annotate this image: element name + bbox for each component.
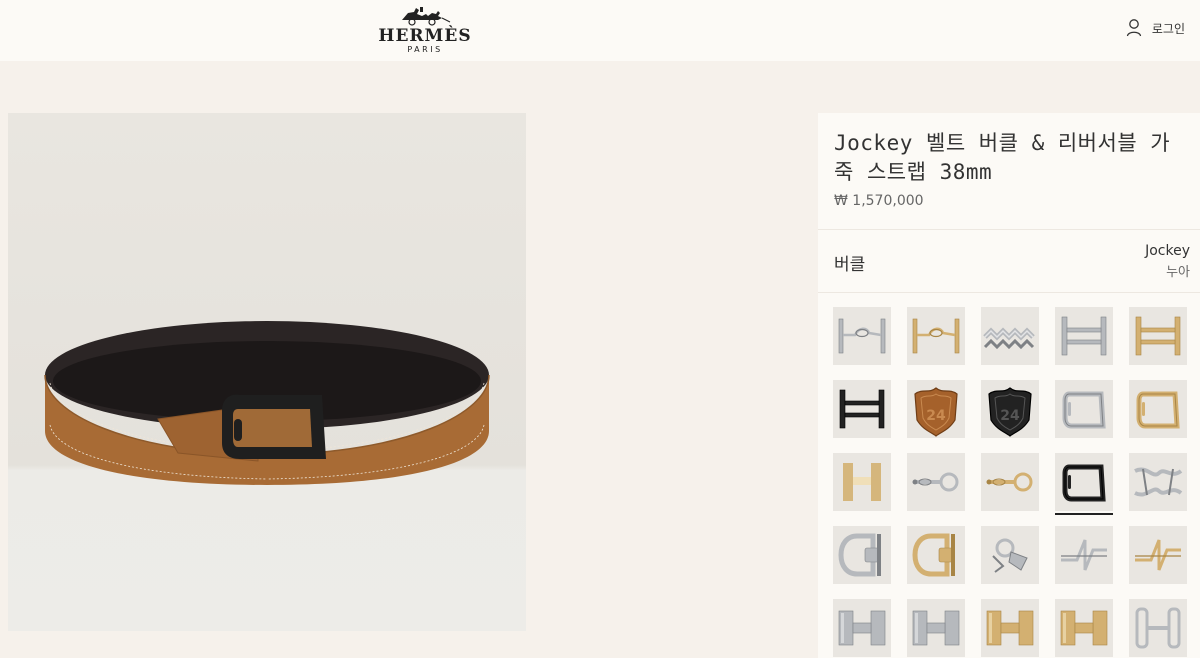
buckle-silver-zigzag-icon bbox=[1061, 539, 1107, 571]
buckle-silver-chaine-icon bbox=[983, 327, 1035, 350]
buckle-gold-h-classic-swatch[interactable] bbox=[981, 599, 1039, 657]
buckle-gold-zigzag-icon bbox=[1135, 539, 1181, 571]
buckle-silver-charm-icon bbox=[992, 538, 1028, 573]
brand-name: HERMÈS bbox=[378, 26, 472, 46]
buckle-gold-horsebit-ring-swatch[interactable] bbox=[981, 453, 1039, 511]
variant-label: 버클 bbox=[834, 255, 866, 275]
buckle-silver-d-ring-swatch[interactable] bbox=[833, 526, 891, 584]
buckle-black-route-24-swatch[interactable]: 24 bbox=[981, 380, 1039, 438]
buckle-leather-route-24-icon: 24 bbox=[914, 387, 958, 437]
hermes-logo[interactable]: HERMÈS PARIS bbox=[378, 4, 472, 54]
buckle-silver-horsebit-swatch[interactable] bbox=[833, 307, 891, 365]
buckle-silver-chaine-swatch[interactable] bbox=[981, 307, 1039, 365]
buckle-gold-horsebit-icon bbox=[912, 318, 960, 354]
user-icon bbox=[1126, 19, 1142, 37]
buckle-black-route-24-icon: 24 bbox=[988, 387, 1032, 437]
divider bbox=[818, 229, 1200, 230]
product-title: Jockey 벨트 버클 & 리버서블 가죽 스트랩 38mm bbox=[834, 131, 1171, 184]
buckle-silver-h-double-swatch[interactable] bbox=[1055, 307, 1113, 365]
buckle-silver-h-matte-icon bbox=[912, 610, 960, 646]
buckle-gold-h-slim-swatch[interactable] bbox=[833, 453, 891, 511]
buckle-leather-route-24-swatch[interactable]: 24 bbox=[907, 380, 965, 438]
buckle-black-h-double-swatch[interactable] bbox=[833, 380, 891, 438]
buckle-silver-horsebit-ring-swatch[interactable] bbox=[907, 453, 965, 511]
buckle-silver-h-open-swatch[interactable] bbox=[1129, 599, 1187, 657]
buckle-gold-h-bold-swatch[interactable] bbox=[1055, 599, 1113, 657]
product-panel: Jockey 벨트 버클 & 리버서블 가죽 스트랩 38mm ₩ 1,570,… bbox=[818, 113, 1200, 658]
buckle-silver-h-brushed-swatch[interactable] bbox=[833, 599, 891, 657]
buckle-gold-h-double-icon bbox=[1135, 316, 1181, 356]
product-price: ₩ 1,570,000 bbox=[834, 193, 924, 209]
buckle-black-h-double-icon bbox=[839, 389, 885, 429]
carriage-icon bbox=[402, 7, 451, 26]
site-header: HERMÈS PARIS 로그인 bbox=[0, 0, 1200, 61]
login-link[interactable]: 로그인 bbox=[1126, 17, 1185, 39]
belt-illustration bbox=[44, 321, 490, 485]
buckle-silver-jockey-icon bbox=[1062, 391, 1106, 429]
buckle-black-jockey-icon bbox=[1062, 464, 1106, 502]
buckle-gold-h-classic-icon bbox=[986, 610, 1034, 646]
buckle-silver-h-brushed-icon bbox=[838, 610, 886, 646]
svg-text:24: 24 bbox=[1000, 408, 1020, 424]
login-label: 로그인 bbox=[1151, 21, 1185, 36]
buckle-silver-horsebit-icon bbox=[838, 318, 886, 354]
brand-city: PARIS bbox=[407, 45, 443, 54]
buckle-silver-h-double-icon bbox=[1061, 316, 1107, 356]
buckle-silver-interlock-swatch[interactable] bbox=[1129, 453, 1187, 511]
product-image[interactable] bbox=[8, 113, 526, 631]
buckle-silver-zigzag-swatch[interactable] bbox=[1055, 526, 1113, 584]
buckle-silver-jockey-swatch[interactable] bbox=[1055, 380, 1113, 438]
buckle-gold-h-bold-icon bbox=[1060, 610, 1108, 646]
buckle-gold-d-ring-swatch[interactable] bbox=[907, 526, 965, 584]
buckle-silver-h-matte-swatch[interactable] bbox=[907, 599, 965, 657]
buckle-silver-interlock-icon bbox=[1134, 467, 1183, 497]
buckle-silver-horsebit-ring-icon bbox=[912, 472, 959, 492]
buckle-silver-charm-swatch[interactable] bbox=[981, 526, 1039, 584]
buckle-silver-h-open-icon bbox=[1135, 607, 1181, 649]
variant-selected-color: 누아 bbox=[1166, 265, 1190, 280]
buckle-gold-d-ring-icon bbox=[912, 533, 955, 577]
buckle-black-jockey-swatch[interactable] bbox=[1055, 453, 1113, 515]
buckle-gold-jockey-swatch[interactable] bbox=[1129, 380, 1187, 438]
buckle-gold-jockey-icon bbox=[1136, 391, 1180, 429]
variant-selected-name: Jockey bbox=[1145, 243, 1190, 259]
svg-text:24: 24 bbox=[926, 408, 946, 424]
buckle-gold-horsebit-swatch[interactable] bbox=[907, 307, 965, 365]
buckle-silver-d-ring-icon bbox=[838, 533, 881, 577]
buckle-gold-h-slim-icon bbox=[843, 463, 881, 501]
buckle-gold-zigzag-swatch[interactable] bbox=[1129, 526, 1187, 584]
buckle-gold-h-double-swatch[interactable] bbox=[1129, 307, 1187, 365]
buckle-gold-horsebit-ring-icon bbox=[986, 472, 1033, 492]
divider bbox=[818, 292, 1200, 293]
